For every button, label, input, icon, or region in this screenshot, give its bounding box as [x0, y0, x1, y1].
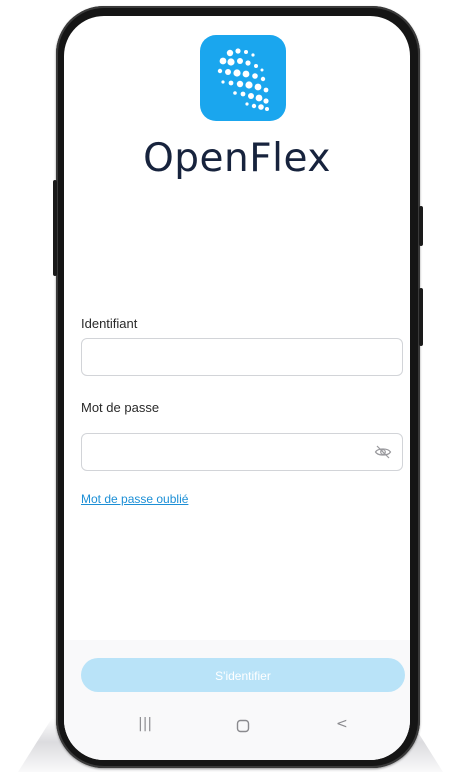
app-logo [200, 35, 286, 121]
password-input[interactable] [82, 434, 382, 470]
side-button-top [419, 206, 423, 246]
password-field-box [81, 433, 403, 471]
sign-in-button[interactable]: S'identifier [81, 658, 405, 692]
dotted-wave-logo-icon [217, 48, 269, 111]
volume-button [53, 180, 57, 276]
back-icon[interactable]: < [336, 716, 348, 732]
recent-apps-icon[interactable]: ||| [138, 716, 152, 732]
power-button [419, 288, 423, 346]
password-label: Mot de passe [81, 400, 160, 415]
username-label: Identifiant [81, 316, 138, 331]
eye-slash-icon[interactable] [374, 444, 392, 460]
brand-name: OpenFlex [143, 136, 331, 181]
home-icon[interactable] [236, 719, 250, 733]
username-input[interactable] [82, 339, 382, 375]
username-field-box [81, 338, 403, 376]
device-mockup: OpenFlex Identifiant Mot de passe Mot de… [0, 0, 461, 777]
phone-screen: OpenFlex Identifiant Mot de passe Mot de… [64, 16, 410, 760]
forgot-password-link[interactable]: Mot de passe oublié [81, 492, 188, 506]
